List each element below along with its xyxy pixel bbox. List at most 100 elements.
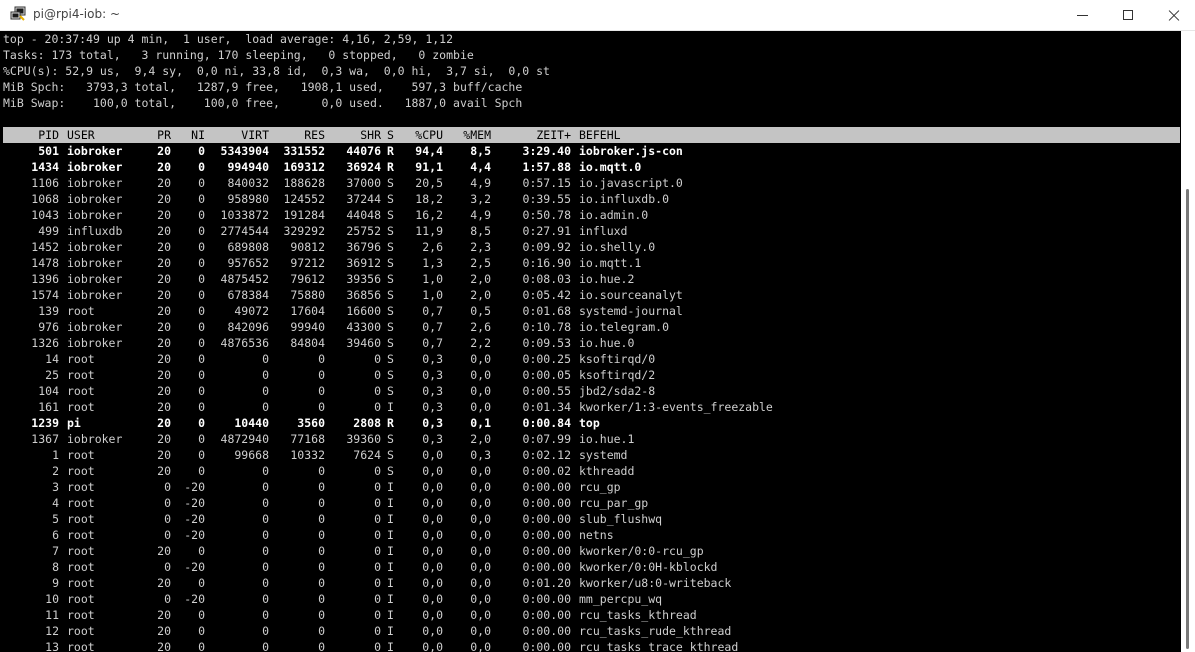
cell-ni: 0 — [198, 464, 205, 478]
process-table-body: 501 iobroker 20 0 5343904 331552 44076 R 94,4 8,5… — [3, 143, 1180, 652]
cell-user: iobroker — [67, 432, 123, 446]
cell-res: 84804 — [290, 336, 325, 350]
process-row: 1043 iobroker 20 0 1033872 191284 44048 S 16,2 4,… — [3, 207, 1180, 223]
cell-cpu: 0,0 — [422, 544, 443, 558]
cell-cpu: 94,4 — [415, 144, 443, 158]
process-row: 1068 iobroker 20 0 958980 124552 37244 S 18,2 3,2… — [3, 191, 1180, 207]
process-row: 1106 iobroker 20 0 840032 188628 37000 S 20,5 4,9… — [3, 175, 1180, 191]
cell-cmd: rcu_tasks_kthread — [579, 608, 697, 622]
cell-virt: 0 — [262, 592, 269, 606]
cell-s: I — [387, 480, 394, 494]
cell-res: 0 — [318, 608, 325, 622]
cell-s: I — [387, 512, 394, 526]
cell-ni: 0 — [198, 336, 205, 350]
cell-pid: 11 — [45, 608, 59, 622]
cell-cmd: kthreadd — [579, 464, 635, 478]
cell-cmd: rcu_tasks_trace_kthread — [579, 640, 739, 652]
cell-shr: 0 — [374, 576, 381, 590]
cell-cmd: io.shelly.0 — [579, 240, 656, 254]
cell-cpu: 1,3 — [422, 256, 443, 270]
cell-cmd: slub_flushwq — [579, 512, 663, 526]
cell-cpu: 1,0 — [422, 288, 443, 302]
cell-time: 0:27.91 — [522, 224, 571, 238]
process-row: 104 root 20 0 0 0 0 S 0,3 0,0 0:00.55 jbd2/sda2-8 — [3, 383, 1180, 399]
cell-res: 0 — [318, 384, 325, 398]
cell-user: root — [67, 624, 95, 638]
cell-shr: 39360 — [346, 432, 381, 446]
cell-cpu: 20,5 — [415, 176, 443, 190]
cell-pid: 14 — [45, 352, 59, 366]
close-button[interactable] — [1151, 0, 1195, 30]
cell-virt: 0 — [262, 480, 269, 494]
cell-pr: 20 — [157, 576, 171, 590]
cell-pr: 20 — [157, 256, 171, 270]
cell-time: 0:00.25 — [522, 352, 571, 366]
cell-pr: 20 — [157, 400, 171, 414]
cell-virt: 994940 — [227, 160, 269, 174]
vertical-scrollbar[interactable] — [1181, 31, 1195, 652]
cell-pr: 0 — [164, 560, 171, 574]
cell-pr: 20 — [157, 384, 171, 398]
cell-pid: 1043 — [31, 208, 59, 222]
cell-time: 0:02.12 — [522, 448, 571, 462]
cell-mem: 0,0 — [470, 368, 491, 382]
cell-virt: 4872940 — [220, 432, 269, 446]
maximize-button[interactable] — [1105, 0, 1151, 30]
cell-ni: 0 — [198, 624, 205, 638]
process-row: 1574 iobroker 20 0 678384 75880 36856 S 1,0 2,0 0:… — [3, 287, 1180, 303]
cell-cpu: 0,3 — [422, 352, 443, 366]
cell-pr: 20 — [157, 176, 171, 190]
cell-time: 0:09.92 — [522, 240, 571, 254]
cell-shr: 0 — [374, 528, 381, 542]
process-row: 7 root 20 0 0 0 0 I 0,0 0,0 0:00.00 kworker/0:0-rcu… — [3, 543, 1180, 559]
putty-icon[interactable] — [10, 6, 26, 22]
cell-time: 0:00.00 — [522, 624, 571, 638]
process-row: 2 root 20 0 0 0 0 S 0,0 0,0 0:00.02 kthreadd — [3, 463, 1180, 479]
cell-virt: 0 — [262, 368, 269, 382]
summary-tasks-line: Tasks: 173 total, 3 running, 170 sleepin… — [3, 48, 474, 62]
cell-shr: 0 — [374, 512, 381, 526]
title-bar[interactable]: pi@rpi4-iob: ~ — [0, 0, 1195, 31]
cell-pid: 8 — [52, 560, 59, 574]
cell-pr: 0 — [164, 592, 171, 606]
terminal-screen[interactable]: top - 20:37:49 up 4 min, 1 user, load av… — [3, 31, 1180, 652]
cell-cmd: rcu_gp — [579, 480, 621, 494]
cell-res: 0 — [318, 624, 325, 638]
cell-mem: 0,1 — [470, 416, 491, 430]
cell-cmd: ksoftirqd/2 — [579, 368, 656, 382]
cell-shr: 36796 — [346, 240, 381, 254]
cell-cpu: 0,0 — [422, 560, 443, 574]
minimize-button[interactable] — [1059, 0, 1105, 30]
cell-pid: 2 — [52, 464, 59, 478]
cell-s: I — [387, 608, 394, 622]
cell-time: 3:29.40 — [522, 144, 571, 158]
cell-pr: 20 — [157, 608, 171, 622]
cell-user: root — [67, 512, 95, 526]
cell-res: 0 — [318, 464, 325, 478]
cell-res: 0 — [318, 352, 325, 366]
process-row: 14 root 20 0 0 0 0 S 0,3 0,0 0:00.25 ksoftirqd/0 — [3, 351, 1180, 367]
cell-res: 0 — [318, 640, 325, 652]
cell-virt: 4876536 — [220, 336, 269, 350]
cell-s: S — [387, 304, 394, 318]
cell-time: 0:00.00 — [522, 528, 571, 542]
cell-mem: 2,5 — [470, 256, 491, 270]
cell-user: root — [67, 480, 95, 494]
cell-ni: 0 — [198, 208, 205, 222]
cell-shr: 37000 — [346, 176, 381, 190]
cell-shr: 0 — [374, 544, 381, 558]
cell-s: R — [387, 160, 394, 174]
scrollbar-thumb[interactable] — [1186, 189, 1189, 649]
cell-cmd: kworker/u8:0-writeback — [579, 576, 732, 590]
terminal-area[interactable]: top - 20:37:49 up 4 min, 1 user, load av… — [0, 31, 1195, 652]
cell-cpu: 0,0 — [422, 608, 443, 622]
cell-mem: 0,0 — [470, 640, 491, 652]
cell-time: 0:05.42 — [522, 288, 571, 302]
cell-cpu: 0,0 — [422, 592, 443, 606]
cell-res: 0 — [318, 480, 325, 494]
cell-mem: 0,0 — [470, 608, 491, 622]
cell-user: root — [67, 400, 95, 414]
cell-cmd: kworker/1:3-events_freezable — [579, 400, 773, 414]
cell-s: R — [387, 416, 394, 430]
